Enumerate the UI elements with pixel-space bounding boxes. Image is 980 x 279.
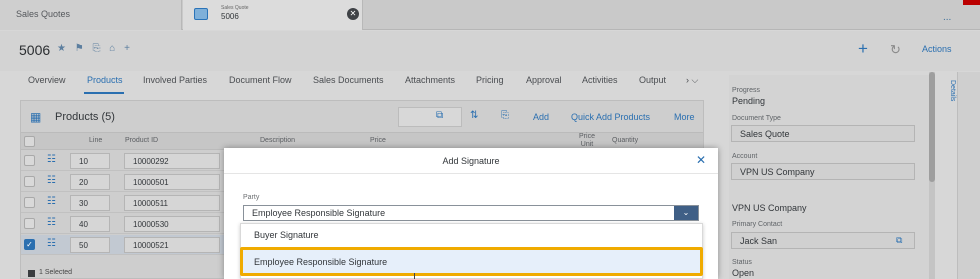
line-cell[interactable]: 40 <box>70 216 110 232</box>
close-icon[interactable]: ✕ <box>696 153 706 167</box>
refresh-icon[interactable]: ↻ <box>890 42 901 58</box>
primary-contact-label: Primary Contact <box>732 221 783 228</box>
products-title: Products (5) <box>55 111 115 123</box>
details-rail <box>957 72 980 279</box>
header-action-icons[interactable]: ★ ⚑ ⎘ ⌂ + <box>57 43 133 54</box>
tab-attachments[interactable]: Attachments <box>405 75 455 85</box>
party-label: Party <box>243 194 260 201</box>
selection-info: 1 Selected <box>21 266 221 279</box>
row-checkbox-checked[interactable]: ✓ <box>24 239 35 250</box>
line-cell[interactable]: 30 <box>70 195 110 211</box>
more-tabs-button[interactable]: ... <box>943 12 951 23</box>
account-field[interactable]: VPN US Company <box>731 163 915 180</box>
line-cell[interactable]: 50 <box>70 237 110 253</box>
item-icon: ☷ <box>47 217 56 228</box>
scrollbar-thumb[interactable] <box>929 72 935 182</box>
item-icon: ☷ <box>47 196 56 207</box>
object-id: 5006 <box>19 42 51 58</box>
product-id-cell[interactable]: 10000501 <box>124 174 220 190</box>
product-id-cell[interactable]: 10000511 <box>124 195 220 211</box>
primary-contact-field[interactable]: Jack San <box>731 232 915 249</box>
tab-output[interactable]: Output <box>639 75 666 85</box>
product-id-cell[interactable]: 10000292 <box>124 153 220 169</box>
chevron-down-icon[interactable]: ⌄ <box>674 206 698 220</box>
tab-subtitle: Sales Quote <box>221 5 249 11</box>
column-header-line: Line <box>89 137 103 144</box>
item-icon: ☷ <box>47 154 56 165</box>
line-cell[interactable]: 10 <box>70 153 110 169</box>
object-header <box>0 31 980 71</box>
column-header-quantity: Quantity <box>612 137 639 144</box>
status-value: Open <box>732 268 755 278</box>
selection-icon <box>28 270 35 277</box>
sort-icon[interactable]: ⇅ <box>470 110 478 121</box>
row-checkbox[interactable] <box>24 176 35 187</box>
product-id-cell[interactable]: 10000521 <box>124 237 220 253</box>
tab-approval[interactable]: Approval <box>526 75 562 85</box>
line-cell[interactable]: 20 <box>70 174 110 190</box>
select-all-checkbox[interactable] <box>24 136 35 147</box>
column-header-price-unit: Price Unit <box>579 133 595 148</box>
more-link[interactable]: More <box>674 112 695 122</box>
mouse-cursor <box>414 273 415 279</box>
column-header-description: Description <box>260 137 296 144</box>
add-link[interactable]: Add <box>533 112 549 122</box>
chevron-right-icon[interactable]: › ⌵ <box>686 75 698 86</box>
link-icon[interactable]: ⧉ <box>896 235 902 246</box>
party-select-value: Employee Responsible Signature <box>252 208 386 218</box>
tab-title: 5006 <box>221 12 239 21</box>
dialog-title: Add Signature <box>442 156 500 166</box>
tab-involved-parties[interactable]: Involved Parties <box>143 75 207 85</box>
actions-button[interactable]: Actions <box>922 44 952 54</box>
tab-sales-quote-5006[interactable]: Sales Quote 5006 ✕ <box>183 0 363 30</box>
status-label: Status <box>732 259 752 266</box>
document-icon <box>194 8 208 20</box>
tab-sales-quotes[interactable]: Sales Quotes <box>0 0 182 30</box>
column-header-product-id: Product ID <box>125 137 159 144</box>
column-header-price: Price <box>370 137 386 144</box>
document-type-field[interactable]: Sales Quote <box>731 125 915 142</box>
row-checkbox[interactable] <box>24 197 35 208</box>
item-icon: ☷ <box>47 175 56 186</box>
document-type-label: Document Type <box>732 115 781 122</box>
close-tab-icon[interactable]: ✕ <box>347 8 359 20</box>
progress-value: Pending <box>732 96 766 106</box>
details-tab[interactable]: Details <box>944 80 956 101</box>
row-checkbox[interactable] <box>24 218 35 229</box>
sidebar-scrollbar[interactable] <box>929 72 935 279</box>
item-icon: ☷ <box>47 238 56 249</box>
tab-products[interactable]: Products <box>87 75 123 85</box>
tab-pricing[interactable]: Pricing <box>476 75 504 85</box>
tab-document-flow[interactable]: Document Flow <box>229 75 292 85</box>
tab-activities[interactable]: Activities <box>582 75 618 85</box>
row-checkbox[interactable] <box>24 155 35 166</box>
selection-count: 1 Selected <box>39 269 73 276</box>
table-icon: ▦ <box>30 110 42 124</box>
option-employee-responsible-signature[interactable]: Employee Responsible Signature <box>254 257 387 267</box>
search-field[interactable] <box>398 107 462 127</box>
account-label: Account <box>732 153 758 160</box>
search-icon[interactable]: ⧉ <box>436 110 443 121</box>
quick-add-products-link[interactable]: Quick Add Products <box>571 112 650 122</box>
plus-icon[interactable]: + <box>858 39 868 59</box>
progress-label: Progress <box>732 87 761 94</box>
copy-icon[interactable]: ⎘ <box>501 110 509 121</box>
option-buyer-signature[interactable]: Buyer Signature <box>254 230 319 240</box>
tab-overview[interactable]: Overview <box>28 75 66 85</box>
active-tab-indicator <box>84 92 124 94</box>
product-id-cell[interactable]: 10000530 <box>124 216 220 232</box>
tab-sales-documents[interactable]: Sales Documents <box>313 75 384 85</box>
account-name: VPN US Company <box>732 203 807 213</box>
notification-strip <box>963 0 980 5</box>
